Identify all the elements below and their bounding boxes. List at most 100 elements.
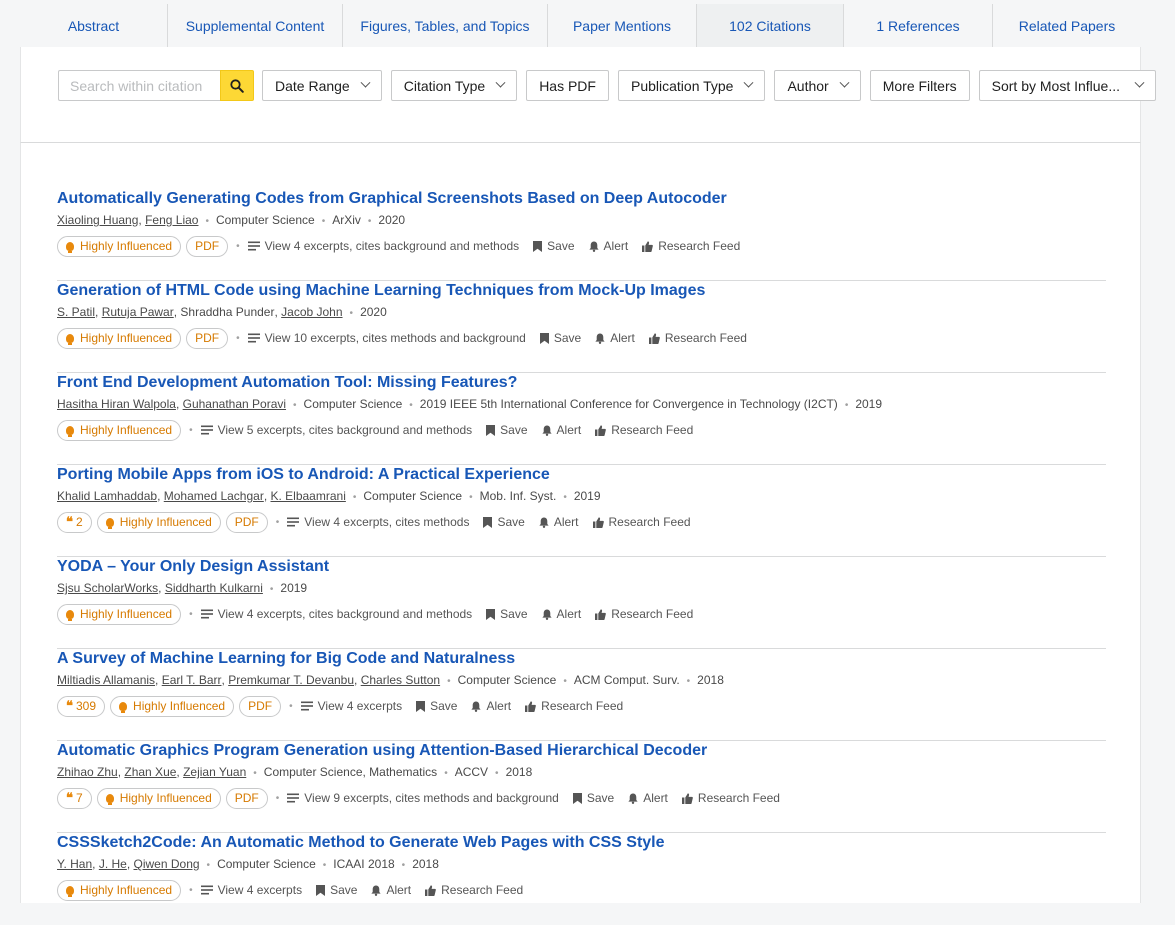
paper-title-link[interactable]: Automatic Graphics Program Generation us… bbox=[57, 741, 1106, 761]
highly-influenced-badge[interactable]: Highly Influenced bbox=[96, 511, 221, 533]
alert-button[interactable]: Alert bbox=[539, 515, 579, 529]
citation-count-badge[interactable]: ❝ 309 bbox=[57, 695, 106, 717]
author-link[interactable]: Earl T. Barr bbox=[162, 669, 222, 692]
research-feed-button[interactable]: Research Feed bbox=[592, 515, 691, 529]
research-feed-button[interactable]: Research Feed bbox=[525, 699, 623, 713]
save-button[interactable]: Save bbox=[416, 699, 457, 713]
author-link[interactable]: Zejian Yuan bbox=[183, 761, 246, 784]
pdf-badge[interactable]: PDF bbox=[225, 511, 268, 533]
research-feed-button[interactable]: Research Feed bbox=[642, 239, 740, 253]
save-button[interactable]: Save bbox=[572, 791, 614, 805]
tab-figures-tables-topics[interactable]: Figures, Tables, and Topics bbox=[343, 4, 548, 47]
author-link[interactable]: Khalid Lamhaddab bbox=[57, 485, 157, 508]
highly-influenced-badge[interactable]: Highly Influenced bbox=[57, 419, 182, 441]
paper-title-link[interactable]: YODA – Your Only Design Assistant bbox=[57, 557, 1106, 577]
author-link[interactable]: Siddharth Kulkarni bbox=[165, 577, 263, 600]
author-link[interactable]: Sjsu ScholarWorks bbox=[57, 577, 158, 600]
citation-type-dropdown[interactable]: Citation Type bbox=[390, 70, 518, 101]
author-dropdown[interactable]: Author bbox=[774, 70, 861, 101]
paper-title-link[interactable]: Front End Development Automation Tool: M… bbox=[57, 373, 1106, 393]
paper-actions: Highly Influenced • View 4 excerpts Save Ale… bbox=[57, 877, 1106, 903]
alert-button[interactable]: Alert bbox=[471, 699, 511, 713]
save-button[interactable]: Save bbox=[483, 515, 525, 529]
alert-button[interactable]: Alert bbox=[371, 883, 411, 897]
view-excerpts-link[interactable]: View 4 excerpts bbox=[200, 883, 302, 897]
author-link[interactable]: Jacob John bbox=[281, 301, 342, 324]
pdf-badge[interactable]: PDF bbox=[239, 695, 282, 717]
sort-dropdown[interactable]: Sort by Most Influe... bbox=[978, 70, 1157, 101]
pdf-badge[interactable]: PDF bbox=[186, 235, 229, 257]
author-link[interactable]: K. Elbaamrani bbox=[270, 485, 345, 508]
paper-title-link[interactable]: CSSSketch2Code: An Automatic Method to G… bbox=[57, 833, 1106, 853]
research-feed-button[interactable]: Research Feed bbox=[595, 607, 693, 621]
bookmark-icon bbox=[539, 332, 549, 344]
alert-button[interactable]: Alert bbox=[588, 239, 628, 253]
date-range-dropdown[interactable]: Date Range bbox=[262, 70, 382, 101]
save-label: Save bbox=[500, 423, 528, 437]
save-button[interactable]: Save bbox=[486, 423, 528, 437]
author-link[interactable]: Charles Sutton bbox=[361, 669, 440, 692]
author-link[interactable]: J. He bbox=[99, 853, 127, 876]
publication-type-dropdown[interactable]: Publication Type bbox=[617, 70, 766, 101]
save-button[interactable]: Save bbox=[539, 331, 581, 345]
pdf-badge[interactable]: PDF bbox=[225, 787, 268, 809]
paper-title-link[interactable]: Automatically Generating Codes from Grap… bbox=[57, 189, 1106, 209]
tab-related-papers[interactable]: Related Papers bbox=[993, 4, 1141, 47]
view-excerpts-link[interactable]: View 9 excerpts, cites methods and backg… bbox=[287, 791, 559, 805]
author-link[interactable]: Mohamed Lachgar bbox=[164, 485, 264, 508]
author-link[interactable]: Zhihao Zhu bbox=[57, 761, 118, 784]
view-excerpts-link[interactable]: View 4 excerpts, cites methods bbox=[287, 515, 469, 529]
author-link[interactable]: Y. Han bbox=[57, 853, 92, 876]
highly-influenced-badge[interactable]: Highly Influenced bbox=[57, 879, 182, 901]
tab-citations[interactable]: 102 Citations bbox=[697, 4, 844, 47]
alert-button[interactable]: Alert bbox=[628, 791, 668, 805]
author-link[interactable]: Feng Liao bbox=[145, 209, 198, 232]
paper-title-link[interactable]: Porting Mobile Apps from iOS to Android:… bbox=[57, 465, 1106, 485]
tab-supplemental-content[interactable]: Supplemental Content bbox=[168, 4, 343, 47]
research-feed-button[interactable]: Research Feed bbox=[681, 791, 780, 805]
paper-title-link[interactable]: A Survey of Machine Learning for Big Cod… bbox=[57, 649, 1106, 669]
highly-influenced-label: Highly Influenced bbox=[80, 239, 173, 253]
citation-count-badge[interactable]: ❝ 7 bbox=[57, 787, 92, 809]
highly-influenced-badge[interactable]: Highly Influenced bbox=[57, 235, 182, 257]
author-link[interactable]: Qiwen Dong bbox=[134, 853, 200, 876]
highly-influenced-badge[interactable]: Highly Influenced bbox=[96, 787, 221, 809]
search-button[interactable] bbox=[220, 70, 254, 101]
alert-button[interactable]: Alert bbox=[541, 423, 581, 437]
alert-button[interactable]: Alert bbox=[595, 331, 635, 345]
more-filters-button[interactable]: More Filters bbox=[869, 70, 970, 101]
view-excerpts-link[interactable]: View 10 excerpts, cites methods and back… bbox=[247, 331, 526, 345]
save-button[interactable]: Save bbox=[533, 239, 575, 253]
view-excerpts-link[interactable]: View 4 excerpts bbox=[300, 699, 402, 713]
has-pdf-toggle[interactable]: Has PDF bbox=[526, 70, 609, 101]
author-link[interactable]: Miltiadis Allamanis bbox=[57, 669, 155, 692]
pdf-badge[interactable]: PDF bbox=[186, 327, 229, 349]
research-feed-button[interactable]: Research Feed bbox=[648, 331, 747, 345]
author-link[interactable]: Hasitha Hiran Walpola bbox=[57, 393, 176, 416]
citation-search-input[interactable] bbox=[58, 70, 220, 101]
view-excerpts-link[interactable]: View 4 excerpts, cites background and me… bbox=[200, 607, 472, 621]
author-link[interactable]: Premkumar T. Devanbu bbox=[228, 669, 354, 692]
tab-abstract[interactable]: Abstract bbox=[20, 4, 168, 47]
author-link[interactable]: Guhanathan Poravi bbox=[183, 393, 286, 416]
view-excerpts-link[interactable]: View 5 excerpts, cites background and me… bbox=[200, 423, 472, 437]
author-link[interactable]: Rutuja Pawar bbox=[102, 301, 174, 324]
author-link[interactable]: Xiaoling Huang bbox=[57, 209, 138, 232]
filter-bar: Date Range Citation Type Has PDF Publica… bbox=[58, 70, 1157, 101]
author-link[interactable]: Zhan Xue bbox=[124, 761, 176, 784]
alert-label: Alert bbox=[386, 883, 412, 897]
paper-title-link[interactable]: Generation of HTML Code using Machine Le… bbox=[57, 281, 1106, 301]
alert-button[interactable]: Alert bbox=[541, 607, 581, 621]
highly-influenced-badge[interactable]: Highly Influenced bbox=[57, 603, 182, 625]
research-feed-button[interactable]: Research Feed bbox=[425, 883, 523, 897]
citation-count-badge[interactable]: ❝ 2 bbox=[57, 511, 92, 533]
save-button[interactable]: Save bbox=[316, 883, 357, 897]
view-excerpts-link[interactable]: View 4 excerpts, cites background and me… bbox=[247, 239, 519, 253]
research-feed-button[interactable]: Research Feed bbox=[595, 423, 693, 437]
highly-influenced-badge[interactable]: Highly Influenced bbox=[110, 695, 235, 717]
save-button[interactable]: Save bbox=[486, 607, 528, 621]
author-link[interactable]: S. Patil bbox=[57, 301, 95, 324]
highly-influenced-badge[interactable]: Highly Influenced bbox=[57, 327, 182, 349]
tab-paper-mentions[interactable]: Paper Mentions bbox=[548, 4, 697, 47]
tab-references[interactable]: 1 References bbox=[844, 4, 993, 47]
